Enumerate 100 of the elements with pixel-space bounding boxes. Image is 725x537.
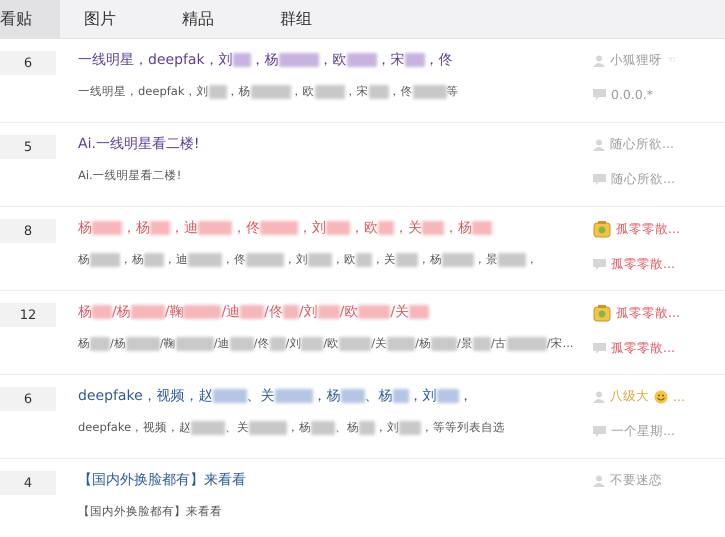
thread-title[interactable]: ，关	[394, 219, 422, 237]
thread-title[interactable]: 、关	[246, 387, 275, 405]
blurred-redaction	[326, 221, 350, 235]
reply-count: 6	[0, 387, 56, 411]
author-name[interactable]: 孤零零散...	[616, 220, 680, 238]
thread-title[interactable]: /杨	[112, 303, 131, 321]
thread-title[interactable]: ，佟	[232, 219, 260, 237]
blurred-redaction	[126, 336, 160, 350]
author-name[interactable]: 小狐狸呀	[610, 52, 662, 69]
badge-icon	[593, 220, 611, 238]
hand-icon: ☜	[667, 55, 676, 66]
thread-title[interactable]: ，欧	[350, 219, 378, 237]
thread-abstract: ，	[526, 252, 538, 267]
author-name[interactable]: 八级大	[610, 388, 649, 405]
author-name[interactable]: 随心所欲...	[610, 136, 674, 153]
thread-abstract: /鞠	[160, 336, 176, 351]
thread-title[interactable]: /刘	[298, 303, 318, 321]
blurred-redaction	[208, 84, 227, 98]
last-reply-user[interactable]: 一个星期...	[611, 423, 675, 440]
thread-title[interactable]: Ai.一线明星看二楼!	[78, 135, 200, 153]
thread-title[interactable]: /佟	[264, 303, 283, 321]
blurred-redaction	[472, 221, 492, 235]
tab[interactable]: 群组	[256, 0, 336, 38]
blurred-redaction	[246, 252, 284, 266]
thread-title[interactable]: 杨	[78, 219, 92, 237]
user-icon	[593, 54, 605, 66]
thread-abstract: Ai.一线明星看二楼!	[78, 168, 182, 183]
blurred-redaction	[282, 305, 299, 319]
last-reply-user[interactable]: 孤零零散...	[611, 340, 675, 357]
thread-abstract: 等	[446, 84, 459, 99]
thread-title[interactable]: ，杨	[122, 219, 150, 237]
tab[interactable]: 图片	[60, 0, 140, 38]
blurred-redaction	[472, 336, 491, 350]
thread-abstract: ，关	[372, 252, 396, 267]
thread-abstract: 杨	[78, 252, 90, 267]
thread-title[interactable]: deepfake，视频，赵	[78, 387, 213, 405]
smiley-icon	[654, 390, 668, 404]
thread-title[interactable]: ，宋	[376, 51, 405, 69]
blurred-redaction	[198, 221, 232, 235]
thread-title[interactable]: 、杨	[364, 387, 393, 405]
thread-title[interactable]: ，刘	[408, 387, 437, 405]
blurred-redaction	[308, 252, 332, 266]
last-reply-user[interactable]: 随心所欲...	[611, 171, 675, 188]
thread-title[interactable]: ，杨	[312, 387, 341, 405]
blurred-redaction	[270, 336, 286, 350]
author-name-ellipsis: ...	[673, 389, 685, 404]
reply-count: 12	[0, 303, 56, 327]
blurred-redaction	[442, 252, 474, 266]
blurred-redaction	[396, 252, 418, 266]
thread-title[interactable]: /欧	[340, 303, 358, 321]
thread-title[interactable]: 杨	[78, 303, 92, 321]
thread-title[interactable]: ，杨	[444, 219, 472, 237]
thread-abstract: deepfake，视频，赵	[78, 420, 192, 435]
thread-abstract: ，等等列表自选	[421, 420, 506, 435]
tab[interactable]: 看贴	[0, 0, 60, 38]
author-name[interactable]: 孤零零散...	[616, 304, 680, 322]
thread-abstract: ，杨	[418, 252, 442, 267]
blurred-redaction	[340, 389, 365, 403]
user-icon	[593, 390, 605, 402]
blurred-redaction	[92, 221, 122, 235]
thread-abstract: /欧	[323, 336, 340, 351]
blurred-redaction	[392, 389, 409, 403]
last-reply-user[interactable]: 孤零零散...	[611, 256, 675, 273]
blurred-redaction	[191, 420, 226, 434]
thread-title[interactable]: /关	[390, 303, 410, 321]
comment-icon	[593, 88, 606, 100]
thread-title[interactable]: ，杨	[250, 51, 279, 69]
blurred-redaction	[356, 252, 372, 266]
thread-title[interactable]: ，欧	[318, 51, 347, 69]
thread-abstract: ，刘	[375, 420, 400, 435]
thread-title[interactable]: ，	[458, 387, 473, 405]
blurred-redaction	[346, 53, 377, 67]
thread-title[interactable]: ，刘	[298, 219, 326, 237]
blurred-redaction	[314, 84, 345, 98]
blurred-redaction	[90, 336, 110, 350]
comment-icon	[593, 426, 606, 438]
thread-title[interactable]: 一线明星，deepfak，刘	[78, 51, 233, 69]
comment-icon	[593, 258, 606, 270]
last-reply-user[interactable]: 0.0.0.*	[611, 87, 654, 102]
blurred-redaction	[422, 221, 444, 235]
thread-abstract: ，佟	[388, 84, 413, 99]
thread-abstract: 、关	[225, 420, 250, 435]
thread-title[interactable]: /迪	[221, 303, 240, 321]
author-name[interactable]: 不要迷恋	[610, 472, 662, 489]
thread-title[interactable]: /鞠	[164, 303, 184, 321]
blurred-redaction	[240, 305, 264, 319]
thread-abstract: /迪	[214, 336, 230, 351]
thread-abstract: ，杨	[287, 420, 312, 435]
thread-abstract: /杨	[415, 336, 431, 351]
blurred-redaction	[92, 305, 112, 319]
thread-abstract: ，佟	[222, 252, 246, 267]
thread-abstract: ，迪	[164, 252, 188, 267]
thread-title[interactable]: ，迪	[170, 219, 198, 237]
tab[interactable]: 精品	[158, 0, 238, 38]
thread-abstract: /古	[490, 336, 507, 351]
blurred-redaction	[498, 252, 526, 266]
blurred-redaction	[311, 420, 336, 434]
thread-title[interactable]: ，佟	[424, 51, 453, 69]
thread-title[interactable]: 【国内外换脸都有】来看看	[78, 471, 246, 489]
blurred-redaction	[150, 221, 170, 235]
